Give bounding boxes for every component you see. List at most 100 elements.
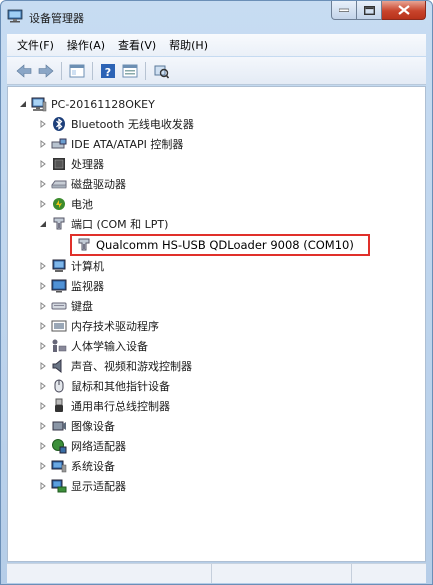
expand-arrow-icon[interactable] bbox=[38, 281, 48, 291]
minimize-icon bbox=[339, 8, 349, 12]
expand-arrow-icon[interactable] bbox=[38, 461, 48, 471]
properties-button[interactable] bbox=[119, 60, 141, 82]
collapse-arrow-icon[interactable] bbox=[18, 99, 28, 109]
expand-arrow-icon[interactable] bbox=[38, 421, 48, 431]
device-manager-icon bbox=[7, 9, 23, 23]
expand-arrow-icon[interactable] bbox=[38, 119, 48, 129]
disk-drive-icon bbox=[51, 176, 67, 192]
tree-item-usb-controllers[interactable]: 通用串行总线控制器 bbox=[38, 396, 170, 416]
help-icon: ? bbox=[101, 63, 115, 79]
tree-item-label: 图像设备 bbox=[71, 420, 115, 433]
battery-icon bbox=[51, 196, 67, 212]
tree-item-label: 键盘 bbox=[71, 300, 93, 313]
tree-item-label: 电池 bbox=[71, 198, 93, 211]
expand-arrow-icon[interactable] bbox=[38, 481, 48, 491]
close-icon bbox=[397, 5, 410, 15]
tree-item-system-devices[interactable]: 系统设备 bbox=[38, 456, 115, 476]
tree-item-label: 计算机 bbox=[71, 260, 104, 273]
tree-item-sound-video[interactable]: 声音、视频和游戏控制器 bbox=[38, 356, 192, 376]
forward-arrow-icon bbox=[38, 63, 54, 78]
tree-item-label: 端口 (COM 和 LPT) bbox=[71, 218, 169, 231]
human-interface-icon bbox=[51, 338, 67, 354]
collapse-arrow-icon[interactable] bbox=[38, 219, 48, 229]
tree-item-disk-drives[interactable]: 磁盘驱动器 bbox=[38, 174, 126, 194]
usb-icon bbox=[51, 398, 67, 414]
speaker-icon bbox=[51, 358, 67, 374]
tree-item-label: 内存技术驱动程序 bbox=[71, 320, 159, 333]
tree-item-mice[interactable]: 鼠标和其他指针设备 bbox=[38, 376, 170, 396]
expand-arrow-icon[interactable] bbox=[38, 159, 48, 169]
maximize-button[interactable] bbox=[357, 1, 382, 20]
tree-item-processor[interactable]: 处理器 bbox=[38, 154, 104, 174]
computer-icon bbox=[31, 96, 47, 112]
menu-action[interactable]: 操作(A) bbox=[67, 37, 105, 53]
menu-bar: 文件(F) 操作(A) 查看(V) 帮助(H) bbox=[7, 34, 426, 56]
highlight-box bbox=[70, 234, 370, 256]
expand-arrow-icon[interactable] bbox=[38, 361, 48, 371]
properties-icon bbox=[122, 64, 138, 77]
tree-item-hid[interactable]: 人体学输入设备 bbox=[38, 336, 148, 356]
expand-arrow-icon[interactable] bbox=[38, 381, 48, 391]
status-bar bbox=[7, 563, 426, 583]
tree-item-batteries[interactable]: 电池 bbox=[38, 194, 93, 214]
close-button[interactable] bbox=[382, 1, 426, 20]
forward-button[interactable] bbox=[35, 60, 57, 82]
tree-item-label: 监视器 bbox=[71, 280, 104, 293]
toolbar-separator bbox=[92, 61, 93, 80]
tree-item-label: 磁盘驱动器 bbox=[71, 178, 126, 191]
ide-controller-icon bbox=[51, 136, 67, 152]
tree-root-label: PC-20161128OKEY bbox=[51, 97, 155, 111]
mouse-icon bbox=[51, 378, 67, 394]
toolbar: ? bbox=[7, 57, 426, 85]
title-bar[interactable]: 设备管理器 bbox=[1, 1, 432, 31]
tree-item-label: 处理器 bbox=[71, 158, 104, 171]
expand-arrow-icon[interactable] bbox=[38, 301, 48, 311]
port-icon bbox=[51, 216, 67, 232]
minimize-button[interactable] bbox=[331, 1, 357, 20]
console-tree-icon bbox=[69, 64, 85, 77]
help-button[interactable]: ? bbox=[97, 60, 119, 82]
tree-item-label: 人体学输入设备 bbox=[71, 340, 148, 353]
tree-item-network-adapters[interactable]: 网络适配器 bbox=[38, 436, 126, 456]
tree-item-ide-controller[interactable]: IDE ATA/ATAPI 控制器 bbox=[38, 134, 183, 154]
tree-item-label: Bluetooth 无线电收发器 bbox=[71, 118, 194, 131]
status-cell bbox=[7, 564, 212, 583]
tree-item-computer[interactable]: 计算机 bbox=[38, 256, 104, 276]
status-cell bbox=[352, 564, 426, 583]
tree-item-monitors[interactable]: 监视器 bbox=[38, 276, 104, 296]
monitor-icon bbox=[51, 278, 67, 294]
display-adapter-icon bbox=[51, 478, 67, 494]
tree-item-label: 网络适配器 bbox=[71, 440, 126, 453]
tree-root[interactable]: PC-20161128OKEY bbox=[18, 94, 155, 114]
show-hide-console-tree-button[interactable] bbox=[66, 60, 88, 82]
back-button[interactable] bbox=[13, 60, 35, 82]
tree-item-bluetooth[interactable]: Bluetooth 无线电收发器 bbox=[38, 114, 194, 134]
tree-item-label: 系统设备 bbox=[71, 460, 115, 473]
expand-arrow-icon[interactable] bbox=[38, 341, 48, 351]
tree-item-label: 鼠标和其他指针设备 bbox=[71, 380, 170, 393]
menu-file[interactable]: 文件(F) bbox=[17, 37, 54, 53]
tree-item-memory-tech[interactable]: 内存技术驱动程序 bbox=[38, 316, 159, 336]
device-manager-window: 设备管理器 文件(F) 操作(A) 查看(V) 帮助(H) ? PC-20161… bbox=[0, 0, 433, 585]
tree-item-keyboards[interactable]: 键盘 bbox=[38, 296, 93, 316]
back-arrow-icon bbox=[16, 63, 32, 78]
tree-item-imaging-devices[interactable]: 图像设备 bbox=[38, 416, 115, 436]
tree-item-display-adapters[interactable]: 显示适配器 bbox=[38, 476, 126, 496]
menu-help[interactable]: 帮助(H) bbox=[169, 37, 208, 53]
tree-item-ports[interactable]: 端口 (COM 和 LPT) bbox=[38, 214, 168, 234]
expand-arrow-icon[interactable] bbox=[38, 321, 48, 331]
computer-icon bbox=[51, 258, 67, 274]
expand-arrow-icon[interactable] bbox=[38, 139, 48, 149]
network-adapter-icon bbox=[51, 438, 67, 454]
menu-view[interactable]: 查看(V) bbox=[118, 37, 156, 53]
window-title: 设备管理器 bbox=[29, 12, 84, 25]
expand-arrow-icon[interactable] bbox=[38, 261, 48, 271]
expand-arrow-icon[interactable] bbox=[38, 199, 48, 209]
expand-arrow-icon[interactable] bbox=[38, 401, 48, 411]
expand-arrow-icon[interactable] bbox=[38, 441, 48, 451]
expand-arrow-icon[interactable] bbox=[38, 179, 48, 189]
scan-hardware-button[interactable] bbox=[150, 60, 172, 82]
bluetooth-icon bbox=[51, 116, 67, 132]
window-controls bbox=[331, 1, 426, 21]
tree-item-label: IDE ATA/ATAPI 控制器 bbox=[71, 138, 184, 151]
